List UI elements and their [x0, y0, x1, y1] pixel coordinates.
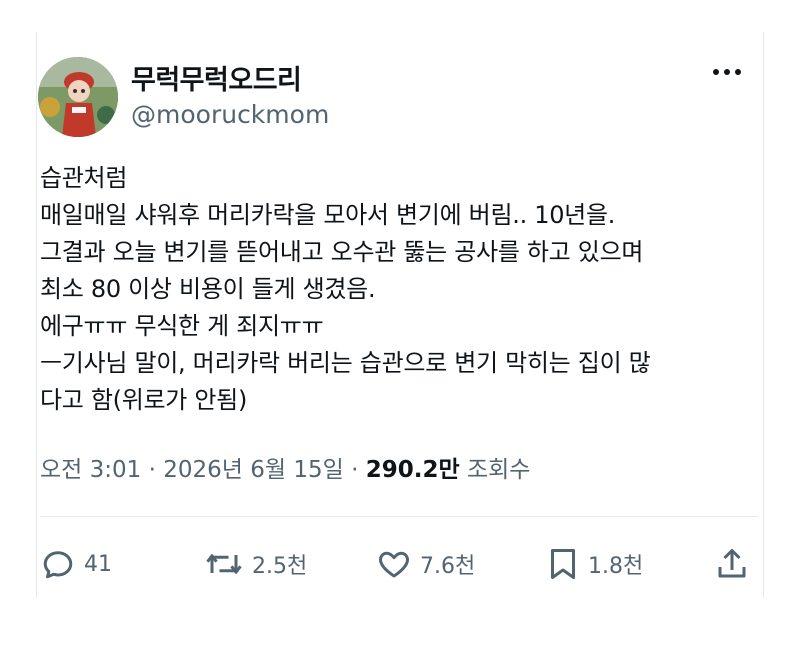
- bookmark-count: 1.8천: [588, 554, 644, 579]
- tweet-line: 매일매일 샤워후 머리카락을 모아서 변기에 버림.. 10년을.: [40, 201, 616, 229]
- divider: [40, 516, 758, 517]
- tweet-line: 습관처럼: [40, 164, 128, 192]
- tweet-line: 최소 80 이상 비용이 들게 생겼음.: [40, 275, 376, 303]
- tweet-date[interactable]: 2026년 6월 15일: [163, 457, 344, 483]
- like-button[interactable]: 7.6천: [376, 546, 475, 582]
- avatar-photo-icon: [38, 57, 118, 137]
- username-handle[interactable]: @mooruckmom: [131, 100, 329, 129]
- retweet-icon: [206, 554, 242, 574]
- avatar[interactable]: [38, 57, 118, 137]
- tweet-line: 에구ㅠㅠ 무식한 게 죄지ㅠㅠ: [40, 312, 324, 340]
- tweet-text: 습관처럼 매일매일 샤워후 머리카락을 모아서 변기에 버림.. 10년을. 그…: [40, 160, 760, 419]
- more-options-button[interactable]: [705, 58, 749, 86]
- reply-count: 41: [84, 551, 112, 577]
- share-button[interactable]: [714, 546, 750, 582]
- tweet-line: 그결과 오늘 변기를 뜯어내고 오수관 뚫는 공사를 하고 있으며: [40, 238, 644, 266]
- like-count: 7.6천: [420, 554, 476, 579]
- tweet-line: 다고 함(위로가 안됨): [40, 386, 248, 414]
- heart-icon: [379, 551, 409, 578]
- tweet-time[interactable]: 오전 3:01: [40, 457, 141, 483]
- views-count: 290.2만: [365, 457, 460, 483]
- reply-button[interactable]: 41: [40, 546, 112, 582]
- views-label: 조회수: [466, 457, 531, 483]
- display-name[interactable]: 무럭무럭오드리: [131, 58, 302, 97]
- meta-separator: ·: [351, 457, 359, 483]
- meta-separator: ·: [148, 457, 156, 483]
- tweet-line: ㅡ기사님 말이, 머리카락 버리는 습관으로 변기 막히는 집이 많: [40, 349, 651, 377]
- tweet-meta: 오전 3:01 · 2026년 6월 15일 · 290.2만 조회수: [40, 450, 530, 484]
- share-icon: [718, 549, 746, 578]
- reply-icon: [43, 551, 73, 579]
- bookmark-button[interactable]: 1.8천: [546, 546, 643, 582]
- more-dots-icon: [713, 69, 741, 75]
- bookmark-icon: [551, 549, 575, 579]
- retweet-count: 2.5천: [252, 554, 308, 579]
- retweet-button[interactable]: 2.5천: [204, 546, 307, 582]
